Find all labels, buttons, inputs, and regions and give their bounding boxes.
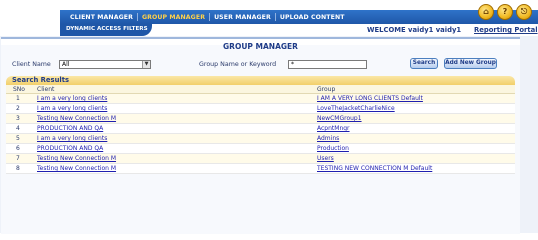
tab-group-manager[interactable]: GROUP MANAGER: [138, 14, 209, 21]
help-icon[interactable]: ?: [497, 4, 513, 20]
logout-icon[interactable]: ⎋: [516, 4, 532, 20]
row-sno: 6: [16, 145, 20, 152]
client-name-label: Client Name: [12, 61, 51, 68]
client-link[interactable]: I am a very long clients: [37, 95, 107, 102]
table-row: 8 Testing New Connection M TESTING NEW C…: [6, 164, 515, 174]
group-manager-panel: GROUP MANAGER Client Name All ▼ Group Na…: [1, 37, 520, 234]
client-link[interactable]: I am a very long clients: [37, 135, 107, 142]
top-header: CLIENT MANAGER GROUP MANAGER USER MANAGE…: [0, 0, 538, 40]
table-row: 5 I am a very long clients Admins: [6, 134, 515, 144]
home-icon[interactable]: ⌂: [478, 4, 494, 20]
row-sno: 7: [16, 155, 20, 162]
chevron-down-icon[interactable]: ▼: [142, 61, 150, 68]
search-button[interactable]: Search: [410, 58, 438, 69]
row-sno: 8: [16, 165, 20, 172]
subnav-bar: DYNAMIC ACCESS FILTERS: [60, 24, 152, 36]
results-table: SNo Client Group 1 I am a very long clie…: [6, 85, 515, 174]
client-link[interactable]: Testing New Connection M: [37, 165, 116, 172]
group-link[interactable]: LoveTheJacketCharlieNice: [317, 105, 395, 112]
column-header-client: Client: [37, 86, 55, 93]
table-row: 1 I am a very long clients I AM A VERY L…: [6, 94, 515, 104]
main-navbar: CLIENT MANAGER GROUP MANAGER USER MANAGE…: [60, 10, 538, 24]
client-name-value: All: [62, 61, 70, 68]
page-title: GROUP MANAGER: [223, 42, 298, 51]
welcome-text: WELCOME vaidy1 vaidy1: [367, 26, 462, 34]
row-sno: 1: [16, 95, 20, 102]
group-link[interactable]: TESTING NEW CONNECTION M Default: [317, 165, 432, 172]
top-icons: ⌂ ? ⎋: [478, 4, 532, 20]
tab-client-manager[interactable]: CLIENT MANAGER: [66, 14, 137, 21]
client-link[interactable]: PRODUCTION AND QA: [37, 145, 103, 152]
group-link[interactable]: AcpntMngr: [317, 125, 350, 132]
keyword-input[interactable]: *: [288, 60, 367, 69]
client-link[interactable]: Testing New Connection M: [37, 155, 116, 162]
group-link[interactable]: Admins: [317, 135, 339, 142]
table-header-row: SNo Client Group: [6, 85, 515, 94]
keyword-label: Group Name or Keyword: [199, 61, 277, 68]
nav-tabs: CLIENT MANAGER GROUP MANAGER USER MANAGE…: [66, 10, 349, 24]
row-sno: 3: [16, 115, 20, 122]
client-link[interactable]: PRODUCTION AND QA: [37, 125, 103, 132]
row-sno: 2: [16, 105, 20, 112]
tab-upload-content[interactable]: UPLOAD CONTENT: [276, 14, 349, 21]
column-header-group: Group: [317, 86, 336, 93]
group-link[interactable]: Users: [317, 155, 334, 162]
welcome-bar: WELCOME vaidy1 vaidy1 Reporting Portal: [152, 24, 538, 36]
group-link[interactable]: NewCMGroup1: [317, 115, 362, 122]
search-results-header: Search Results: [6, 76, 515, 85]
row-sno: 4: [16, 125, 20, 132]
row-sno: 5: [16, 135, 20, 142]
client-link[interactable]: Testing New Connection M: [37, 115, 116, 122]
tab-dynamic-access-filters[interactable]: DYNAMIC ACCESS FILTERS: [66, 26, 148, 32]
group-link[interactable]: I AM A VERY LONG CLIENTS Default: [317, 95, 423, 102]
group-link[interactable]: Production: [317, 145, 349, 152]
table-row: 3 Testing New Connection M NewCMGroup1: [6, 114, 515, 124]
table-row: 6 PRODUCTION AND QA Production: [6, 144, 515, 154]
table-row: 7 Testing New Connection M Users: [6, 154, 515, 164]
column-header-sno: SNo: [13, 86, 25, 93]
tab-user-manager[interactable]: USER MANAGER: [210, 14, 275, 21]
table-row: 2 I am a very long clients LoveTheJacket…: [6, 104, 515, 114]
client-name-select[interactable]: All ▼: [59, 60, 151, 69]
add-new-group-button[interactable]: Add New Group: [444, 58, 497, 69]
client-link[interactable]: I am a very long clients: [37, 105, 107, 112]
table-row: 4 PRODUCTION AND QA AcpntMngr: [6, 124, 515, 134]
reporting-portal-link[interactable]: Reporting Portal: [474, 26, 538, 34]
main-area: GROUP MANAGER Client Name All ▼ Group Na…: [0, 36, 538, 234]
